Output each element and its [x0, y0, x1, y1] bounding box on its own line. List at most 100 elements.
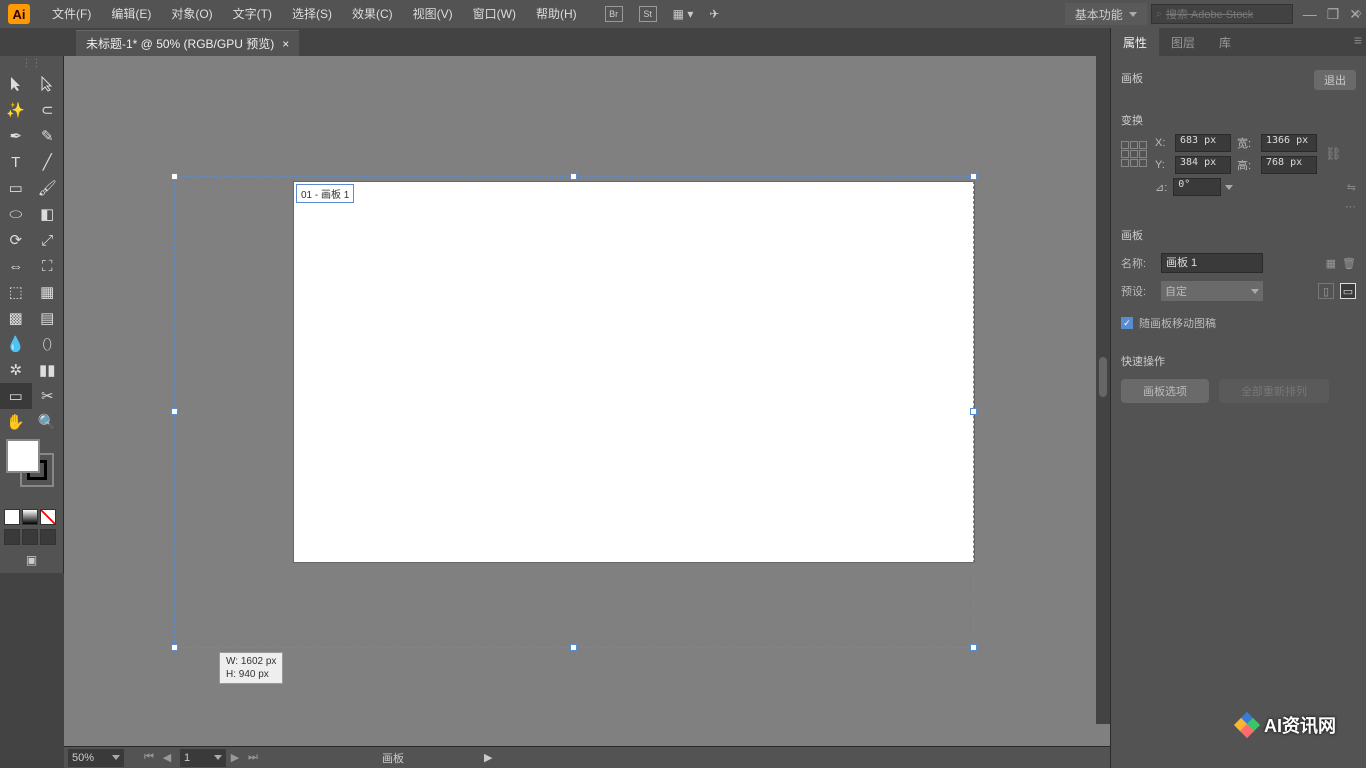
- workspace-selector[interactable]: 基本功能: [1065, 3, 1147, 25]
- stock-icon[interactable]: St: [639, 6, 657, 22]
- line-tool[interactable]: ╱: [32, 149, 64, 175]
- shape-builder-tool[interactable]: ⬚: [0, 279, 32, 305]
- hand-tool[interactable]: ✋: [0, 409, 32, 435]
- artboard-name-input[interactable]: 画板 1: [1161, 253, 1263, 273]
- artboard-tool[interactable]: ▭: [0, 383, 32, 409]
- transform-more-icon[interactable]: ⋯: [1121, 200, 1356, 213]
- hscroll-left-icon[interactable]: ▶: [484, 751, 492, 764]
- perspective-tool[interactable]: ▦: [32, 279, 64, 305]
- menu-select[interactable]: 选择(S): [282, 0, 342, 28]
- x-input[interactable]: 683 px: [1175, 134, 1231, 152]
- menu-window[interactable]: 窗口(W): [463, 0, 526, 28]
- first-artboard-button[interactable]: ⏮: [140, 750, 158, 766]
- screen-mode[interactable]: ▣: [0, 547, 63, 573]
- tab-layers[interactable]: 图层: [1159, 28, 1207, 56]
- color-mode-none[interactable]: [40, 509, 56, 525]
- selection-marquee[interactable]: [174, 176, 974, 648]
- minimize-button[interactable]: —: [1303, 6, 1317, 23]
- orientation-landscape-icon[interactable]: ▭: [1340, 283, 1356, 299]
- right-panel: 属性 图层 库 ≡ 画板 退出 变换 X: 683 px 宽: 1366 px …: [1110, 28, 1366, 768]
- handle-se[interactable]: [970, 644, 977, 651]
- handle-sw[interactable]: [171, 644, 178, 651]
- scale-tool[interactable]: ⤢: [32, 227, 64, 253]
- paintbrush-tool[interactable]: 🖌: [32, 175, 64, 201]
- stock-search[interactable]: ⌕ 搜索 Adobe Stock: [1151, 4, 1293, 24]
- h-label: 高:: [1237, 157, 1255, 173]
- close-tab-icon[interactable]: ×: [282, 37, 289, 51]
- magic-wand-tool[interactable]: ✨: [0, 97, 32, 123]
- link-wh-icon[interactable]: ⛓: [1325, 146, 1342, 162]
- gpu-preview-icon[interactable]: ✈: [709, 7, 719, 21]
- color-mode-solid[interactable]: [4, 509, 20, 525]
- preset-dropdown[interactable]: 自定: [1161, 281, 1263, 301]
- tab-overflow-icon[interactable]: »: [1354, 4, 1362, 20]
- menu-file[interactable]: 文件(F): [42, 0, 101, 28]
- gradient-tool[interactable]: ▤: [32, 305, 64, 331]
- artboard-number[interactable]: 1: [180, 749, 226, 767]
- canvas[interactable]: 01 - 画板 1 W: 1602 px H: 940 px: [64, 56, 1110, 746]
- next-artboard-button[interactable]: ▶: [226, 750, 244, 766]
- slice-tool[interactable]: ✂: [32, 383, 64, 409]
- eyedropper-tool[interactable]: 💧: [0, 331, 32, 357]
- graph-tool[interactable]: ▮▮: [32, 357, 64, 383]
- curvature-tool[interactable]: ✎: [32, 123, 64, 149]
- zoom-tool[interactable]: 🔍: [32, 409, 64, 435]
- artboard-options-button[interactable]: 画板选项: [1121, 379, 1209, 403]
- draw-normal[interactable]: [4, 529, 20, 545]
- panel-menu-icon[interactable]: ≡: [1354, 32, 1362, 48]
- draw-inside[interactable]: [40, 529, 56, 545]
- color-mode-gradient[interactable]: [22, 509, 38, 525]
- artboard-options-icon[interactable]: ▦: [1326, 257, 1336, 270]
- handle-e[interactable]: [970, 408, 977, 415]
- mesh-tool[interactable]: ▩: [0, 305, 32, 331]
- fill-swatch[interactable]: [6, 439, 40, 473]
- w-input[interactable]: 1366 px: [1261, 134, 1317, 152]
- rectangle-tool[interactable]: ▭: [0, 175, 32, 201]
- prev-artboard-button[interactable]: ◀: [158, 750, 176, 766]
- menu-view[interactable]: 视图(V): [403, 0, 463, 28]
- menu-edit[interactable]: 编辑(E): [101, 0, 161, 28]
- free-transform-tool[interactable]: ⛶: [32, 253, 64, 279]
- exit-artboard-button[interactable]: 退出: [1314, 70, 1356, 90]
- vertical-scrollbar[interactable]: [1096, 56, 1110, 724]
- angle-input[interactable]: 0°: [1173, 178, 1221, 196]
- last-artboard-button[interactable]: ⏭: [244, 750, 262, 766]
- handle-n[interactable]: [570, 173, 577, 180]
- width-tool[interactable]: ⇔: [0, 253, 32, 279]
- blend-tool[interactable]: ⬯: [32, 331, 64, 357]
- fill-stroke-swatches[interactable]: [0, 435, 63, 507]
- rotate-tool[interactable]: ⟳: [0, 227, 32, 253]
- symbol-spray-tool[interactable]: ✲: [0, 357, 32, 383]
- zoom-level[interactable]: 50%: [68, 749, 124, 767]
- draw-behind[interactable]: [22, 529, 38, 545]
- y-input[interactable]: 384 px: [1175, 156, 1231, 174]
- handle-nw[interactable]: [171, 173, 178, 180]
- artboard-delete-icon[interactable]: 🗑: [1342, 257, 1356, 270]
- shaper-tool[interactable]: ⬭: [0, 201, 32, 227]
- handle-ne[interactable]: [970, 173, 977, 180]
- bridge-icon[interactable]: Br: [605, 6, 623, 22]
- menu-type[interactable]: 文字(T): [223, 0, 282, 28]
- orientation-portrait-icon[interactable]: ▯: [1318, 283, 1334, 299]
- handle-s[interactable]: [570, 644, 577, 651]
- selection-tool[interactable]: [0, 71, 32, 97]
- reference-point-grid[interactable]: [1121, 141, 1147, 167]
- type-tool[interactable]: T: [0, 149, 32, 175]
- document-tab[interactable]: 未标题-1* @ 50% (RGB/GPU 预览) ×: [76, 30, 299, 56]
- tab-properties[interactable]: 属性: [1111, 28, 1159, 56]
- restore-button[interactable]: ❐: [1327, 6, 1340, 23]
- menu-object[interactable]: 对象(O): [161, 0, 222, 28]
- app-logo: Ai: [8, 4, 30, 24]
- menu-help[interactable]: 帮助(H): [526, 0, 587, 28]
- arrange-docs-icon[interactable]: ▦ ▾: [673, 7, 694, 21]
- flip-h-icon[interactable]: ⇋: [1347, 181, 1356, 194]
- h-input[interactable]: 768 px: [1261, 156, 1317, 174]
- lasso-tool[interactable]: ⊂: [32, 97, 64, 123]
- pen-tool[interactable]: ✒: [0, 123, 32, 149]
- handle-w[interactable]: [171, 408, 178, 415]
- eraser-tool[interactable]: ◧: [32, 201, 64, 227]
- move-artwork-checkbox[interactable]: ✓: [1121, 317, 1133, 329]
- direct-selection-tool[interactable]: [32, 71, 64, 97]
- menu-effect[interactable]: 效果(C): [342, 0, 403, 28]
- tab-libraries[interactable]: 库: [1207, 28, 1243, 56]
